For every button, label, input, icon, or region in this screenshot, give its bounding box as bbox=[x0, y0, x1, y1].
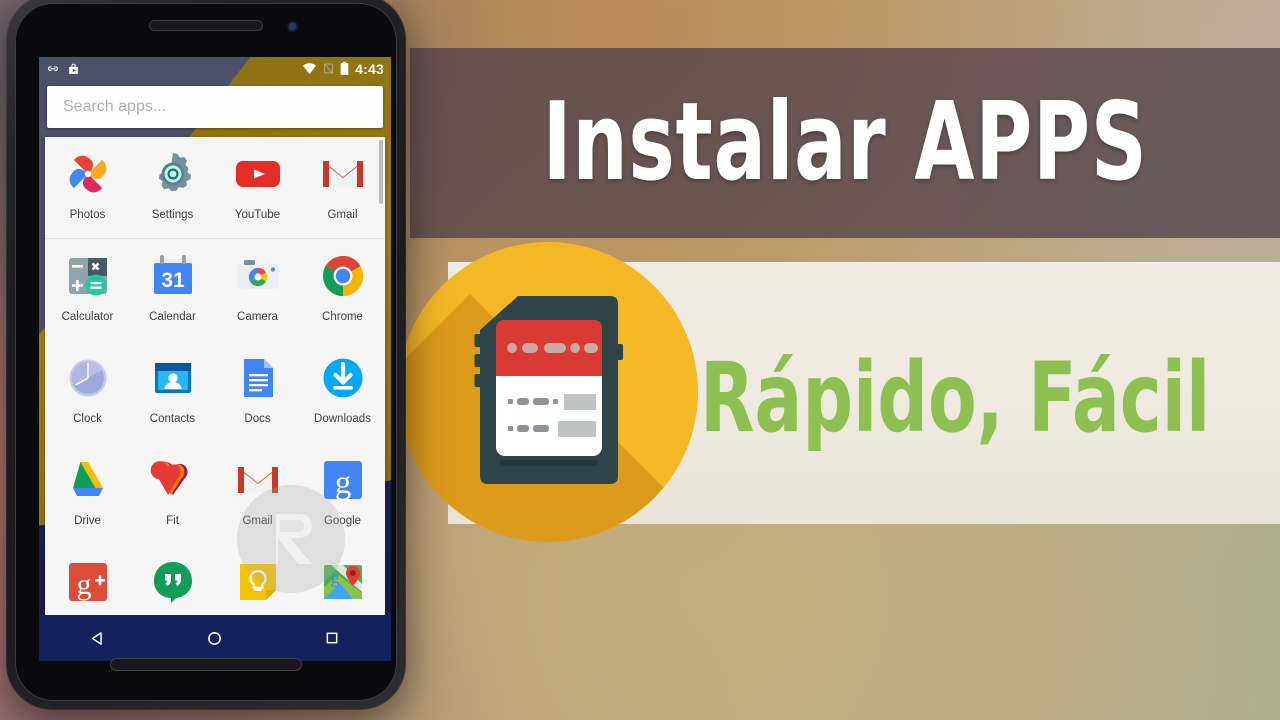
app-label: Clock bbox=[73, 413, 102, 425]
title-banner: Instalar APPS bbox=[410, 48, 1280, 238]
svg-text:g: g bbox=[330, 567, 339, 587]
app-row: Clock Contacts Docs Downloads bbox=[45, 341, 385, 443]
app-item-gmail-2[interactable]: Gmail bbox=[215, 443, 300, 545]
sd-card-icon bbox=[474, 296, 623, 484]
app-label: Camera bbox=[237, 311, 278, 323]
clock-icon bbox=[63, 353, 113, 403]
settings-icon bbox=[148, 149, 198, 199]
app-item-calendar[interactable]: 31 Calendar bbox=[130, 239, 215, 341]
google-icon: g bbox=[318, 455, 368, 505]
app-item-camera[interactable]: Camera bbox=[215, 239, 300, 341]
app-item-settings[interactable]: Settings bbox=[130, 137, 215, 238]
status-bar-system-icons: 4:43 bbox=[302, 61, 384, 77]
status-bar-clock: 4:43 bbox=[355, 60, 384, 77]
status-bar: 4:43 bbox=[39, 57, 391, 80]
front-camera-icon bbox=[289, 23, 296, 30]
page-subtitle: Rápido, Fácil bbox=[700, 341, 1211, 454]
page-title: Instalar APPS bbox=[542, 80, 1148, 205]
app-drawer[interactable]: Photos Settings YouTube Gmail Calculator… bbox=[45, 137, 385, 648]
phone-bottom-bezel bbox=[15, 639, 397, 701]
app-label: Fit bbox=[166, 515, 179, 527]
status-bar-notifications bbox=[46, 62, 80, 76]
play-store-bag-icon bbox=[69, 63, 78, 74]
link-icon bbox=[48, 65, 58, 71]
app-item-docs[interactable]: Docs bbox=[215, 341, 300, 443]
earpiece-speaker-icon bbox=[150, 21, 262, 30]
drawer-scrollbar[interactable] bbox=[379, 140, 383, 204]
gmail-icon bbox=[233, 455, 283, 505]
app-label: Gmail bbox=[327, 209, 358, 221]
speaker-grille-icon bbox=[111, 659, 301, 670]
calendar-day-number: 31 bbox=[161, 269, 185, 292]
battery-icon bbox=[340, 61, 349, 75]
gmail-icon bbox=[318, 149, 368, 199]
no-sim-icon bbox=[324, 63, 333, 74]
app-item-photos[interactable]: Photos bbox=[45, 137, 130, 238]
app-label: Photos bbox=[69, 209, 106, 221]
app-row: Calculator 31 Calendar Camera Chrome bbox=[45, 239, 385, 341]
app-label: Contacts bbox=[149, 413, 196, 425]
search-bar[interactable] bbox=[47, 86, 383, 128]
app-label: Gmail bbox=[242, 515, 273, 527]
app-item-clock[interactable]: Clock bbox=[45, 341, 130, 443]
sd-card-graphic bbox=[398, 242, 708, 542]
app-item-gmail[interactable]: Gmail bbox=[300, 137, 385, 238]
phone-device: 4:43 Search apps... Photos Settings YouT… bbox=[6, 0, 406, 710]
drive-icon bbox=[63, 455, 113, 505]
docs-icon bbox=[233, 353, 283, 403]
svg-text:g: g bbox=[76, 568, 91, 601]
app-item-contacts[interactable]: Contacts bbox=[130, 341, 215, 443]
search-input[interactable] bbox=[63, 98, 367, 116]
app-item-drive[interactable]: Drive bbox=[45, 443, 130, 545]
app-label: Downloads bbox=[314, 413, 371, 425]
calendar-icon: 31 bbox=[148, 251, 198, 301]
keep-icon bbox=[233, 557, 283, 607]
maps-icon: g bbox=[318, 557, 368, 607]
svg-text:g: g bbox=[334, 465, 351, 501]
app-item-chrome[interactable]: Chrome bbox=[300, 239, 385, 341]
app-item-youtube[interactable]: YouTube bbox=[215, 137, 300, 238]
app-label: Chrome bbox=[322, 311, 363, 323]
app-row: Photos Settings YouTube Gmail bbox=[45, 137, 385, 239]
calculator-icon bbox=[63, 251, 113, 301]
hangouts-icon bbox=[148, 557, 198, 607]
downloads-icon bbox=[318, 353, 368, 403]
contacts-icon bbox=[148, 353, 198, 403]
youtube-icon bbox=[233, 149, 283, 199]
camera-icon bbox=[233, 251, 283, 301]
app-label: Calendar bbox=[149, 311, 196, 323]
app-item-google[interactable]: g Google bbox=[300, 443, 385, 545]
wifi-icon bbox=[303, 63, 317, 75]
app-label: Settings bbox=[151, 209, 194, 221]
phone-screen-bezel: 4:43 Search apps... Photos Settings YouT… bbox=[15, 3, 397, 701]
app-item-downloads[interactable]: Downloads bbox=[300, 341, 385, 443]
app-item-fit[interactable]: Fit bbox=[130, 443, 215, 545]
photos-icon bbox=[63, 149, 113, 199]
google-plus-icon: g bbox=[63, 557, 113, 607]
chrome-icon bbox=[318, 251, 368, 301]
app-label: Docs bbox=[244, 413, 271, 425]
app-label: YouTube bbox=[234, 209, 281, 221]
app-label: Calculator bbox=[61, 311, 114, 323]
app-label: Drive bbox=[74, 515, 101, 527]
phone-top-bezel bbox=[15, 3, 397, 57]
fit-icon bbox=[148, 455, 198, 505]
app-label: Google bbox=[323, 515, 362, 527]
phone-screen: 4:43 Search apps... Photos Settings YouT… bbox=[39, 57, 391, 661]
app-row: Drive Fit Gmail g Google bbox=[45, 443, 385, 545]
app-item-calculator[interactable]: Calculator bbox=[45, 239, 130, 341]
